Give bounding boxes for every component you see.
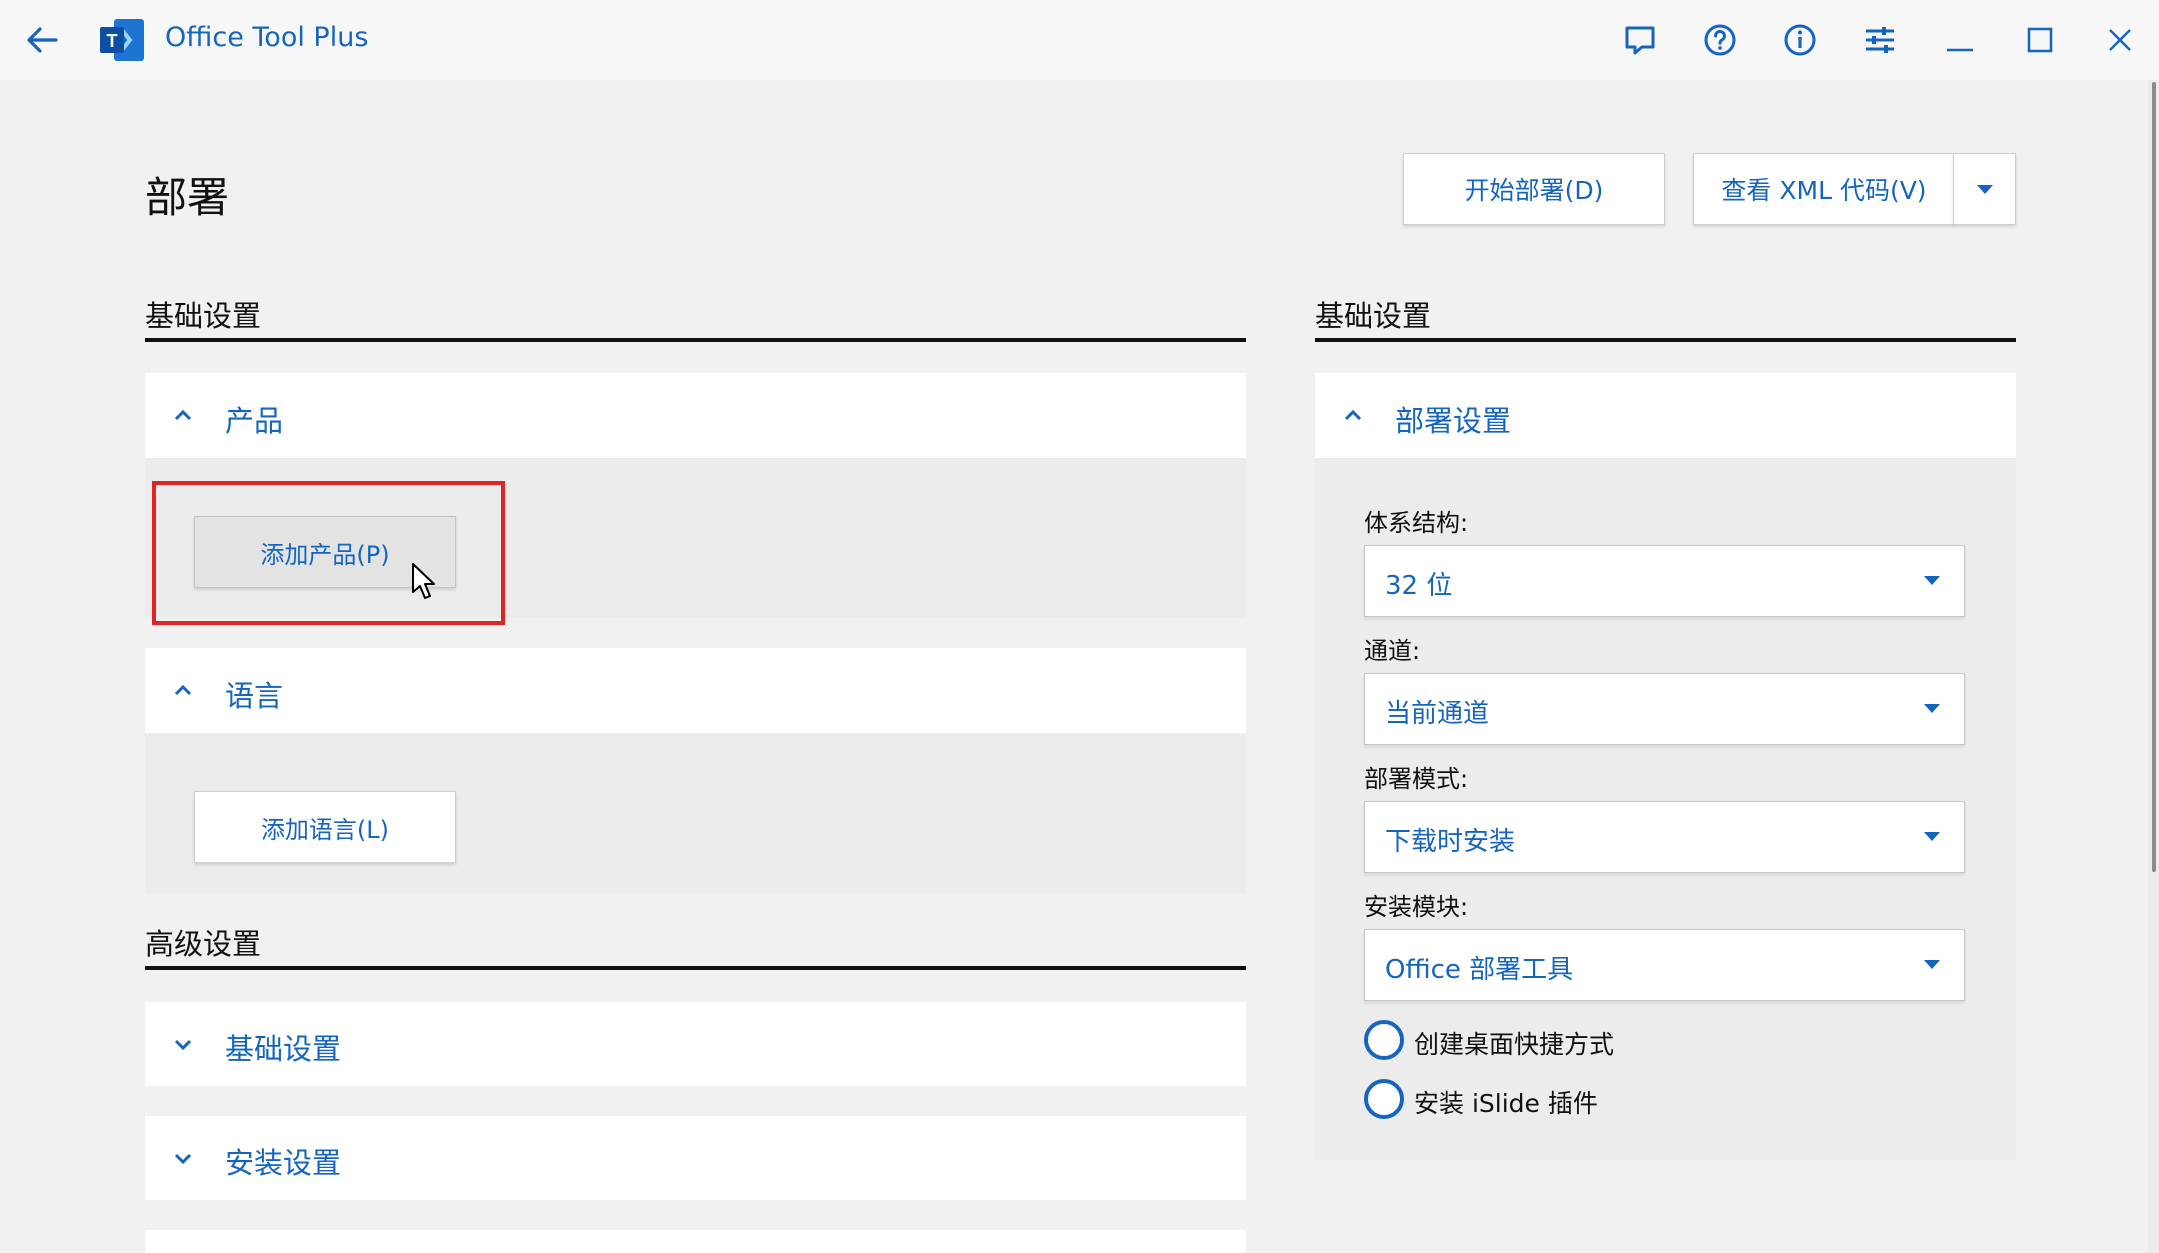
architecture-value: 32 位 — [1385, 571, 1453, 601]
deploy-settings-panel-header[interactable]: 部署设置 — [1315, 373, 2016, 458]
desktop-shortcut-label[interactable]: 创建桌面快捷方式 — [1414, 1025, 1614, 1061]
channel-value: 当前通道 — [1385, 699, 1490, 729]
page-title: 部署 — [145, 173, 230, 222]
advanced-basic-panel-header[interactable]: 基础设置 — [145, 1002, 1246, 1086]
info-icon[interactable] — [1778, 18, 1822, 62]
next-panel-header-partial — [145, 1230, 1246, 1253]
advanced-divider — [145, 966, 1246, 970]
caret-down-icon — [1924, 832, 1940, 841]
desktop-shortcut-radio[interactable] — [1364, 1020, 1404, 1060]
product-panel-title: 产品 — [225, 404, 284, 438]
install-settings-panel-header[interactable]: 安装设置 — [145, 1116, 1246, 1200]
chevron-up-icon — [1341, 403, 1365, 427]
title-bar: T Office Tool Plus — [0, 0, 2159, 80]
view-xml-label: 查看 XML 代码(V) — [1721, 176, 1927, 205]
install-module-value: Office 部署工具 — [1385, 955, 1574, 985]
start-deploy-button[interactable]: 开始部署(D) — [1403, 153, 1665, 225]
app-title: Office Tool Plus — [165, 22, 369, 53]
settings-sliders-icon[interactable] — [1858, 18, 1902, 62]
deploy-mode-value: 下载时安装 — [1385, 827, 1516, 857]
advanced-settings-header: 高级设置 — [145, 927, 262, 961]
view-xml-dropdown-button[interactable] — [1953, 153, 2016, 225]
channel-label: 通道: — [1364, 637, 1421, 665]
minimize-icon[interactable] — [1938, 18, 1982, 62]
chevron-up-icon — [171, 678, 195, 702]
mouse-cursor-icon — [411, 562, 439, 602]
advanced-basic-panel-title: 基础设置 — [225, 1032, 342, 1066]
close-icon[interactable] — [2098, 18, 2142, 62]
language-panel-header[interactable]: 语言 — [145, 648, 1246, 733]
chevron-up-icon — [171, 403, 195, 427]
feedback-icon[interactable] — [1618, 18, 1662, 62]
svg-text:T: T — [107, 31, 118, 51]
deploy-mode-label: 部署模式: — [1364, 765, 1469, 793]
architecture-label: 体系结构: — [1364, 509, 1469, 537]
product-panel-header[interactable]: 产品 — [145, 373, 1246, 458]
add-language-button[interactable]: 添加语言(L) — [194, 791, 456, 863]
islide-plugin-label[interactable]: 安装 iSlide 插件 — [1414, 1084, 1598, 1120]
caret-down-icon — [1924, 576, 1940, 585]
deploy-settings-panel-title: 部署设置 — [1395, 404, 1512, 438]
chevron-down-icon — [171, 1032, 195, 1056]
left-basic-divider — [145, 338, 1246, 342]
caret-down-icon — [1976, 184, 1993, 194]
caret-down-icon — [1924, 960, 1940, 969]
language-panel-title: 语言 — [225, 679, 284, 713]
install-module-label: 安装模块: — [1364, 893, 1469, 921]
app-logo-icon: T — [98, 17, 146, 63]
maximize-icon[interactable] — [2018, 18, 2062, 62]
back-arrow-icon[interactable] — [22, 20, 62, 60]
highlight-box — [152, 481, 505, 625]
install-settings-panel-title: 安装设置 — [225, 1146, 342, 1180]
add-language-label: 添加语言(L) — [260, 815, 390, 844]
caret-down-icon — [1924, 704, 1940, 713]
right-basic-settings-header: 基础设置 — [1315, 299, 1432, 333]
help-icon[interactable] — [1698, 18, 1742, 62]
view-xml-button[interactable]: 查看 XML 代码(V) — [1693, 153, 1955, 225]
architecture-select[interactable]: 32 位 — [1364, 545, 1965, 617]
left-basic-settings-header: 基础设置 — [145, 299, 262, 333]
right-basic-divider — [1315, 338, 2016, 342]
install-module-select[interactable]: Office 部署工具 — [1364, 929, 1965, 1001]
chevron-down-icon — [171, 1146, 195, 1170]
deploy-mode-select[interactable]: 下载时安装 — [1364, 801, 1965, 873]
channel-select[interactable]: 当前通道 — [1364, 673, 1965, 745]
islide-plugin-radio[interactable] — [1364, 1079, 1404, 1119]
start-deploy-label: 开始部署(D) — [1464, 176, 1604, 205]
scrollbar-thumb[interactable] — [2152, 82, 2156, 872]
